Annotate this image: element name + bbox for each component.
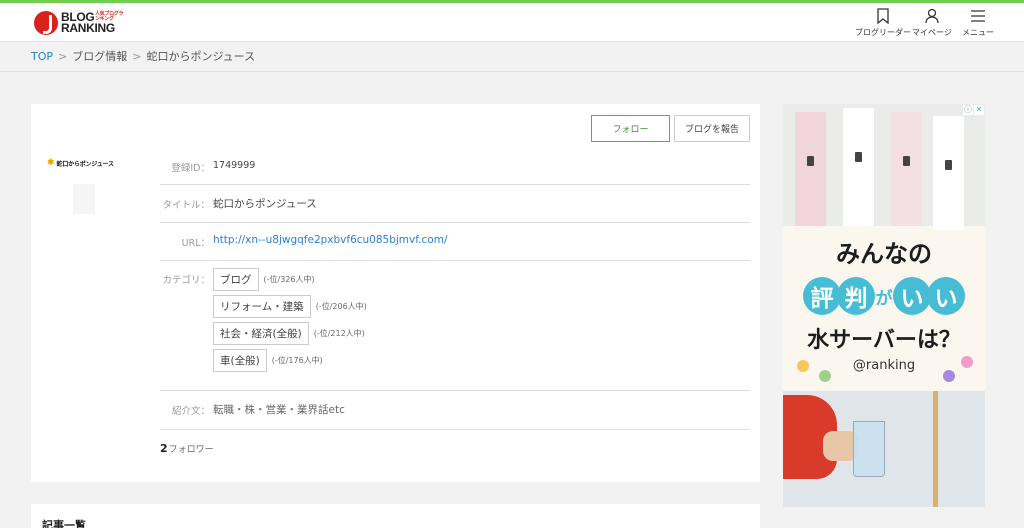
article-list-heading: 記事一覧 bbox=[42, 519, 86, 528]
category-rank: (-位/206人中) bbox=[315, 302, 367, 311]
ad-headline-2: 評 判 が い い bbox=[797, 276, 971, 316]
blog-ranking-logo-icon bbox=[34, 11, 58, 35]
ad-bubble: い bbox=[893, 277, 931, 315]
article-list-card: 記事一覧 bbox=[31, 504, 760, 528]
nav-my-page[interactable]: マイページ bbox=[912, 8, 952, 38]
site-header: BLOG RANKING 人気ブログランキング ブログリーダー マイページ メニ… bbox=[0, 3, 1024, 42]
logo-subtitle: 人気ブログランキング bbox=[95, 11, 124, 22]
water-server bbox=[933, 116, 964, 230]
breadcrumb-current: 蛇口からポンジュース bbox=[146, 50, 256, 63]
breadcrumb: TOP > ブログ情報 > 蛇口からポンジュース bbox=[31, 48, 255, 64]
flower-icon bbox=[819, 370, 831, 382]
wooden-stick bbox=[933, 391, 938, 507]
user-icon bbox=[925, 8, 939, 24]
thumbnail-placeholder bbox=[73, 184, 95, 214]
registration-id-value: 1749999 bbox=[213, 160, 256, 171]
ad-controls: ⓘ ✕ bbox=[962, 105, 984, 115]
nav-my-page-label: マイページ bbox=[912, 28, 952, 37]
hamburger-menu-icon bbox=[971, 10, 985, 22]
breadcrumb-separator: > bbox=[132, 49, 142, 63]
breadcrumb-separator: > bbox=[58, 49, 68, 63]
blog-thumbnail[interactable]: ✱ 蛇口からポンジュース bbox=[47, 156, 129, 170]
breadcrumb-top-link[interactable]: TOP bbox=[31, 50, 53, 63]
blog-thumbnail-text: 蛇口からポンジュース bbox=[56, 160, 114, 168]
category-tag[interactable]: リフォーム・建築 bbox=[213, 295, 311, 318]
row-introduction: 紹介文： 転職・株・営業・業界話etc bbox=[160, 391, 750, 430]
ad-headline-3: 水サーバーは？ bbox=[807, 328, 961, 353]
title-label: タイトル： bbox=[162, 200, 210, 211]
category-rank: (-位/176人中) bbox=[271, 356, 323, 365]
report-blog-button[interactable]: ブログを報告 bbox=[674, 115, 750, 142]
intro-label: 紹介文： bbox=[171, 406, 210, 417]
ad-bubble: 評 bbox=[803, 277, 841, 315]
blog-profile-card: フォロー ブログを報告 ✱ 蛇口からポンジュース 登録ID： 1749999 タ… bbox=[31, 104, 760, 482]
water-server bbox=[843, 108, 874, 226]
breadcrumb-blog-info: ブログ情報 bbox=[72, 50, 128, 63]
category-item: ブログ (-位/326人中) bbox=[213, 268, 367, 291]
logo-line2: RANKING bbox=[61, 21, 115, 35]
breadcrumb-divider bbox=[0, 71, 1024, 72]
follower-count[interactable]: 2 フォロワー bbox=[160, 442, 214, 455]
flower-icon bbox=[797, 360, 809, 372]
category-item: 車(全般) (-位/176人中) bbox=[213, 349, 367, 372]
follow-button[interactable]: フォロー bbox=[591, 115, 670, 142]
nav-menu-label: メニュー bbox=[962, 28, 994, 37]
category-tag[interactable]: 社会・経済(全般) bbox=[213, 322, 309, 345]
water-server bbox=[795, 112, 826, 226]
site-logo[interactable]: BLOG RANKING 人気ブログランキング bbox=[34, 9, 124, 37]
follower-count-number: 2 bbox=[160, 442, 168, 455]
title-value: 蛇口からポンジュース bbox=[213, 198, 317, 210]
advertisement-banner[interactable]: ⓘ ✕ みんなの 評 判 が い い 水サーバーは？ @ranking bbox=[783, 104, 985, 507]
ad-headline-1: みんなの bbox=[836, 240, 932, 268]
ad-bubble: 判 bbox=[837, 277, 875, 315]
bookmark-icon bbox=[877, 8, 889, 24]
ad-brand-name: @ranking bbox=[852, 358, 916, 373]
nav-blog-reader-label: ブログリーダー bbox=[855, 28, 911, 37]
category-rank: (-位/326人中) bbox=[263, 275, 315, 284]
category-rank: (-位/212人中) bbox=[313, 329, 365, 338]
flower-icon bbox=[943, 370, 955, 382]
follower-count-label: フォロワー bbox=[168, 445, 214, 455]
row-title: タイトル： 蛇口からポンジュース bbox=[160, 185, 750, 223]
blog-url-link[interactable]: http://xn--u8jwgqfe2pxbvf6cu085bjmvf.com… bbox=[213, 234, 447, 246]
category-list: ブログ (-位/326人中) リフォーム・建築 (-位/206人中) 社会・経済… bbox=[213, 268, 367, 376]
category-item: リフォーム・建築 (-位/206人中) bbox=[213, 295, 367, 318]
category-tag[interactable]: ブログ bbox=[213, 268, 259, 291]
registration-id-label: 登録ID： bbox=[171, 163, 210, 174]
category-label: カテゴリ： bbox=[162, 275, 210, 286]
logo-wordmark: BLOG RANKING 人気ブログランキング bbox=[61, 11, 124, 35]
url-label: URL： bbox=[181, 238, 210, 249]
row-url: URL： http://xn--u8jwgqfe2pxbvf6cu085bjmv… bbox=[160, 223, 750, 261]
nav-blog-reader[interactable]: ブログリーダー bbox=[855, 8, 911, 38]
intro-value: 転職・株・営業・業界話etc bbox=[213, 404, 345, 416]
flower-icon bbox=[961, 356, 973, 368]
row-categories: カテゴリ： ブログ (-位/326人中) リフォーム・建築 (-位/206人中)… bbox=[160, 261, 750, 391]
sparkle-icon: ✱ bbox=[47, 158, 55, 168]
nav-menu[interactable]: メニュー bbox=[962, 8, 994, 38]
water-glass bbox=[853, 421, 885, 477]
close-icon[interactable]: ✕ bbox=[974, 105, 984, 115]
water-server bbox=[891, 112, 922, 226]
row-registration-id: 登録ID： 1749999 bbox=[160, 148, 750, 185]
info-icon[interactable]: ⓘ bbox=[963, 105, 973, 115]
ad-glass-photo bbox=[783, 391, 985, 507]
category-item: 社会・経済(全般) (-位/212人中) bbox=[213, 322, 367, 345]
ad-bubble: が bbox=[875, 288, 893, 309]
ad-bubble: い bbox=[927, 277, 965, 315]
category-tag[interactable]: 車(全般) bbox=[213, 349, 267, 372]
ad-water-server-image bbox=[783, 104, 985, 230]
